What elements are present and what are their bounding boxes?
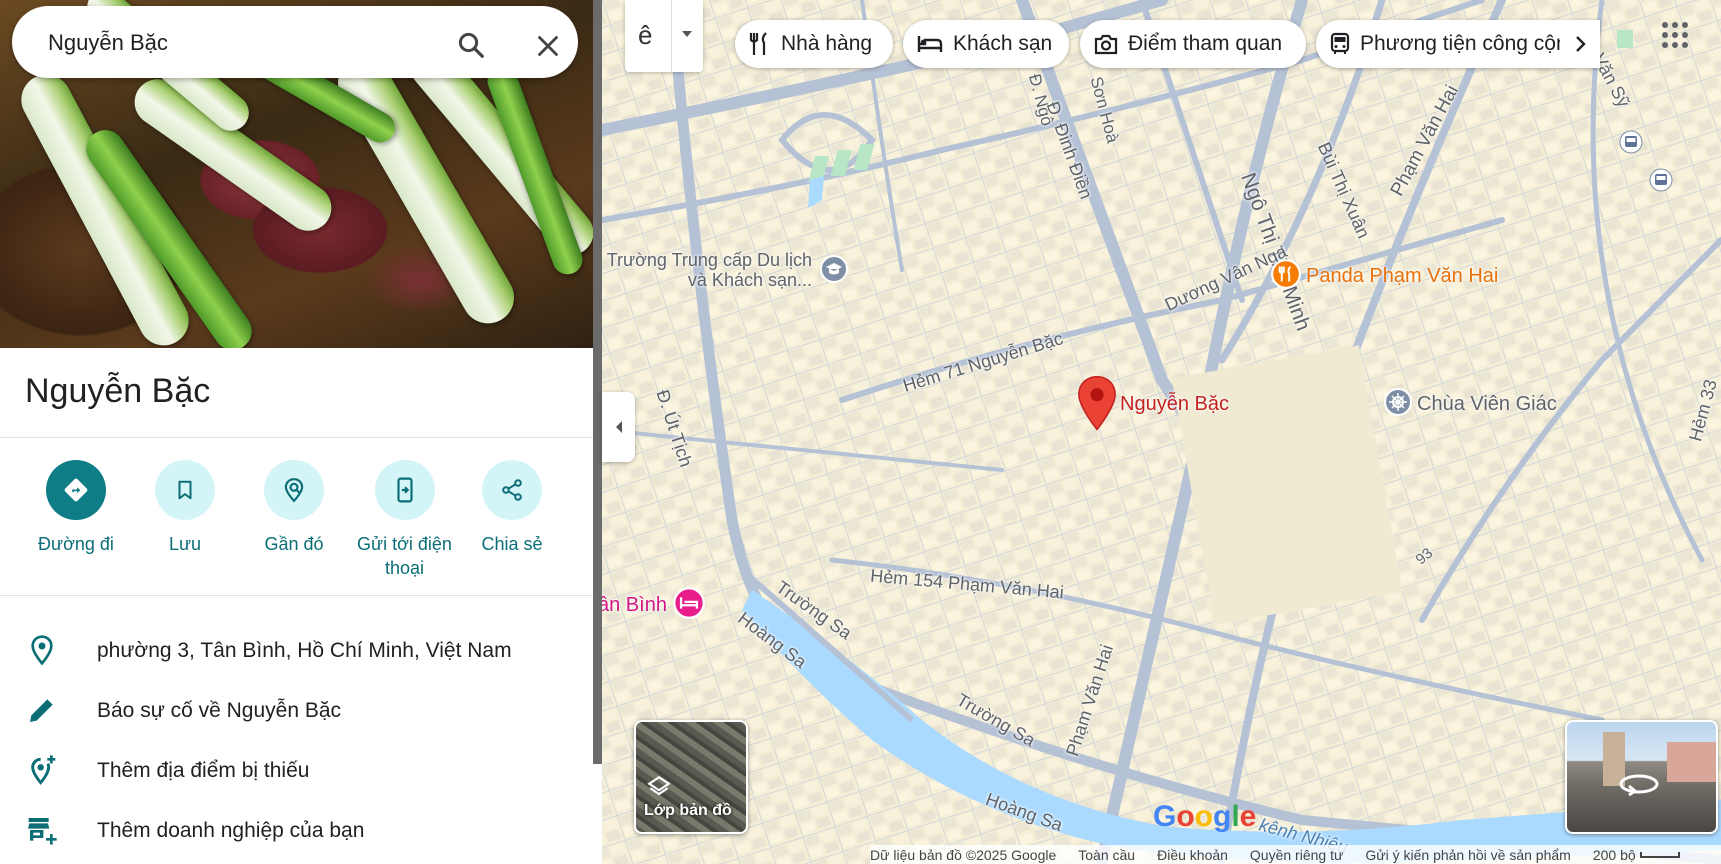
feedback-link[interactable]: Gửi ý kiến phản hồi về sản phẩm bbox=[1365, 847, 1571, 863]
directions-icon bbox=[46, 460, 106, 520]
chevron-right-icon bbox=[1576, 36, 1586, 52]
temple-label[interactable]: Chùa Viên Giác bbox=[1417, 393, 1557, 416]
school-label[interactable]: Trường Trung cấp Du lịch và Khách sạn... bbox=[602, 250, 812, 290]
place-photo[interactable]: Nguyễn Bặc bbox=[0, 0, 593, 348]
google-logo: Google bbox=[1153, 800, 1257, 833]
divider bbox=[0, 595, 593, 596]
place-title: Nguyễn Bặc bbox=[25, 372, 211, 410]
chevron-down-icon[interactable] bbox=[681, 30, 693, 38]
share-button[interactable]: Chia sẻ bbox=[462, 460, 562, 556]
terms-link[interactable]: Điều khoản bbox=[1157, 847, 1228, 863]
global-link[interactable]: Toàn cầu bbox=[1078, 847, 1135, 863]
scale-bar bbox=[1639, 851, 1680, 858]
layers-label: Lớp bản đồ bbox=[644, 802, 732, 819]
bus-icon bbox=[1330, 32, 1350, 54]
place-panel: Nguyễn Bặc Nguyễn Bặc Đường đi Lưu Gần đ… bbox=[0, 0, 593, 864]
map-tiles bbox=[602, 0, 1721, 864]
map-canvas[interactable]: Đ. Ngô Sơn Hoà Đ. Đinh Điền Ngô Thị Thu … bbox=[602, 0, 1721, 864]
share-label: Chia sẻ bbox=[481, 534, 543, 554]
add-business-text: Thêm doanh nghiệp của bạn bbox=[97, 819, 365, 842]
search-input[interactable]: Nguyễn Bặc bbox=[48, 30, 168, 56]
divider bbox=[0, 437, 593, 438]
nearby-label: Gần đó bbox=[264, 534, 324, 554]
pencil-icon bbox=[30, 699, 53, 722]
address-row[interactable]: phường 3, Tân Bình, Hồ Chí Minh, Việt Na… bbox=[0, 620, 593, 680]
report-issue-row[interactable]: Báo sự cố về Nguyễn Bặc bbox=[0, 680, 593, 740]
panel-scrollbar[interactable] bbox=[593, 0, 602, 764]
send-to-phone-icon bbox=[374, 460, 435, 520]
nearby-icon bbox=[264, 460, 324, 520]
search-box[interactable]: Nguyễn Bặc bbox=[12, 6, 578, 78]
google-maps-app: Nguyễn Bặc Nguyễn Bặc Đường đi Lưu Gần đ… bbox=[0, 0, 1721, 864]
bus-stop-icon[interactable] bbox=[1619, 130, 1643, 154]
bookmark-icon bbox=[155, 460, 215, 520]
send-to-phone-button[interactable]: Gửi tới điện thoại bbox=[353, 460, 456, 580]
bed-icon bbox=[917, 36, 943, 52]
selected-place-label[interactable]: Nguyễn Bặc bbox=[1120, 393, 1229, 416]
privacy-link[interactable]: Quyền riêng tư bbox=[1250, 847, 1343, 863]
chip-label: Điểm tham quan bbox=[1128, 32, 1283, 55]
map-data-attribution[interactable]: Dữ liệu bản đồ ©2025 Google bbox=[870, 847, 1056, 863]
chip-transit[interactable]: Phương tiện công cộng bbox=[1316, 20, 1600, 68]
collapse-panel-button[interactable] bbox=[602, 392, 635, 462]
scale-label[interactable]: 200 bộ bbox=[1593, 847, 1636, 863]
share-icon bbox=[482, 460, 542, 520]
restaurant-icon[interactable] bbox=[1270, 258, 1302, 290]
add-missing-place-text: Thêm địa điểm bị thiếu bbox=[97, 759, 310, 782]
location-pin-icon bbox=[31, 635, 53, 666]
send-to-phone-label: Gửi tới điện thoại bbox=[357, 534, 452, 578]
add-missing-place-row[interactable]: Thêm địa điểm bị thiếu bbox=[0, 740, 593, 800]
school-icon[interactable] bbox=[819, 254, 849, 284]
add-business-icon bbox=[28, 818, 57, 845]
divider bbox=[671, 0, 672, 72]
input-tools-char: ê bbox=[638, 20, 653, 50]
directions-button[interactable]: Đường đi bbox=[26, 460, 126, 556]
chip-attractions[interactable]: Điểm tham quan bbox=[1080, 20, 1306, 68]
bus-stop-icon[interactable] bbox=[1649, 168, 1673, 192]
layers-button[interactable]: Lớp bản đồ bbox=[634, 720, 748, 834]
chip-hotels[interactable]: Khách sạn bbox=[903, 20, 1069, 68]
add-location-icon bbox=[31, 755, 56, 785]
address-text: phường 3, Tân Bình, Hồ Chí Minh, Việt Na… bbox=[97, 639, 512, 662]
chip-restaurants[interactable]: Nhà hàng bbox=[735, 20, 893, 68]
map-footer: Dữ liệu bản đồ ©2025 Google Toàn cầu Điề… bbox=[870, 845, 1721, 864]
selected-place-pin-icon[interactable] bbox=[1077, 375, 1117, 431]
search-icon[interactable] bbox=[456, 30, 486, 60]
street-view-button[interactable] bbox=[1565, 720, 1718, 834]
nearby-button[interactable]: Gần đó bbox=[244, 460, 344, 556]
apps-grid-icon[interactable] bbox=[1660, 20, 1690, 50]
layers-icon bbox=[647, 775, 671, 796]
rotate-360-icon bbox=[1619, 774, 1659, 797]
street-view-building bbox=[1667, 742, 1716, 782]
save-label: Lưu bbox=[168, 534, 202, 554]
directions-label: Đường đi bbox=[38, 534, 114, 554]
input-tools-button[interactable]: ê bbox=[625, 0, 703, 72]
restaurant-label[interactable]: Panda Phạm Văn Hai bbox=[1306, 265, 1498, 288]
save-button[interactable]: Lưu bbox=[135, 460, 235, 556]
chip-label: Khách sạn bbox=[953, 32, 1053, 55]
hotel-icon[interactable] bbox=[672, 586, 706, 620]
hotel-label[interactable]: ân Bình bbox=[602, 594, 667, 617]
fork-knife-icon bbox=[749, 32, 767, 55]
add-business-row[interactable]: Thêm doanh nghiệp của bạn bbox=[0, 800, 593, 860]
close-icon[interactable] bbox=[534, 32, 562, 60]
chevron-left-icon bbox=[615, 421, 622, 433]
temple-icon[interactable] bbox=[1383, 387, 1413, 417]
camera-icon bbox=[1094, 34, 1118, 55]
report-issue-text: Báo sự cố về Nguyễn Bặc bbox=[97, 699, 342, 722]
chip-label: Nhà hàng bbox=[781, 32, 873, 55]
chip-label: Phương tiện công cộng bbox=[1360, 32, 1580, 55]
